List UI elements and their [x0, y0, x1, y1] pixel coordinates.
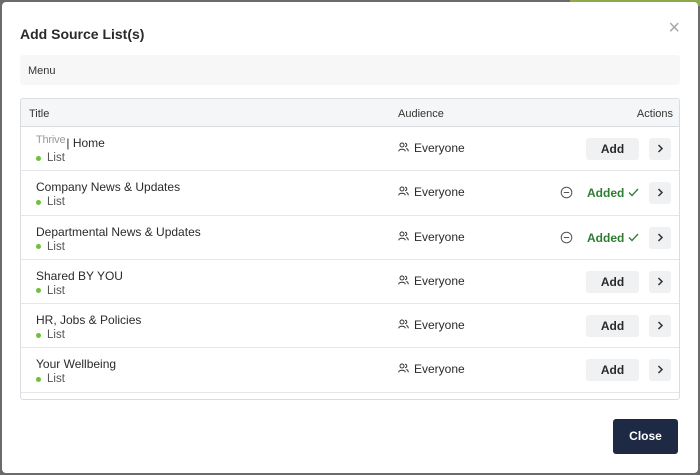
check-icon [624, 186, 639, 200]
menu-label: Menu [28, 65, 56, 77]
minus-circle-icon[interactable] [560, 231, 573, 244]
audience-label: Everyone [414, 185, 465, 200]
status-dot [36, 155, 41, 161]
status-dot [36, 288, 41, 294]
source-list-table: Title Audience Actions Thrive | Home List E… [20, 98, 680, 400]
chevron-right-icon [657, 140, 664, 158]
row-title-text: Departmental News & Updates [36, 224, 201, 239]
row-title: Your Wellbeing [36, 357, 116, 371]
audience-label: Everyone [414, 141, 465, 155]
table-row: Your Wellbeing List Everyone Add [21, 348, 679, 393]
row-type: List [36, 373, 65, 385]
added-label: Added [587, 230, 625, 245]
add-button[interactable]: Add [586, 359, 639, 382]
add-button[interactable]: Add [586, 138, 639, 160]
audience-cell: Everyone [398, 185, 465, 199]
row-type-label: List [47, 329, 65, 342]
row-type-label: List [47, 152, 65, 164]
table-row: Departmental News & Updates List Everyone A… [21, 216, 679, 260]
chevron-right-icon [657, 273, 664, 291]
row-type-label: List [47, 284, 65, 297]
people-icon [398, 274, 414, 288]
row-title-text: | Home [66, 136, 105, 150]
row-type: List [36, 241, 65, 253]
audience-cell: Everyone [398, 141, 465, 155]
row-title-text: Your Wellbeing [36, 357, 117, 372]
minus-circle-icon[interactable] [560, 186, 573, 199]
audience-label: Everyone [414, 362, 465, 377]
table-row: Thrive | Home List Everyone Add [21, 127, 679, 172]
close-icon[interactable]: × [668, 18, 680, 38]
audience-label: Everyone [414, 229, 465, 244]
expand-button[interactable] [649, 359, 671, 382]
row-title: HR, Jobs & Policies [36, 313, 141, 327]
dialog-title: Add Source List(s) [20, 26, 145, 42]
expand-button[interactable] [649, 138, 671, 160]
row-type-label: List [47, 240, 65, 253]
audience-cell: Everyone [398, 318, 465, 332]
row-type: List [36, 196, 65, 208]
status-dot [36, 199, 41, 205]
status-dot [36, 332, 41, 338]
chevron-right-icon [657, 317, 664, 335]
audience-cell: Everyone [398, 362, 465, 376]
audience-label: Everyone [414, 318, 465, 333]
added-status: Added [587, 186, 639, 200]
chevron-right-icon [657, 361, 664, 379]
row-title: Company News & Updates [36, 180, 180, 194]
audience-label: Everyone [414, 273, 465, 288]
people-icon [398, 318, 414, 332]
expand-button[interactable] [649, 226, 671, 249]
table-body: Thrive | Home List Everyone Add Company News … [21, 127, 679, 393]
chevron-right-icon [657, 184, 664, 202]
row-title: Thrive | Home [36, 134, 105, 150]
row-type: List [36, 152, 65, 164]
table-row: Company News & Updates List Everyone Added [21, 171, 679, 216]
close-button[interactable]: Close [613, 419, 678, 454]
table-header: Title Audience Actions [21, 99, 679, 127]
row-title: Departmental News & Updates [36, 225, 201, 239]
header-audience: Audience [398, 108, 444, 120]
audience-cell: Everyone [398, 274, 465, 288]
expand-button[interactable] [649, 315, 671, 338]
menu-bar[interactable]: Menu [20, 55, 680, 85]
row-title: Shared BY YOU [36, 269, 123, 283]
header-title: Title [29, 108, 50, 120]
brand-logo: Thrive [36, 134, 66, 146]
added-status: Added [587, 231, 639, 245]
expand-button[interactable] [649, 182, 671, 205]
people-icon [398, 230, 414, 244]
add-source-list-dialog: Add Source List(s) × Menu Title Audience… [2, 2, 698, 473]
status-dot [36, 244, 41, 250]
row-title-text: HR, Jobs & Policies [36, 313, 142, 328]
audience-cell: Everyone [398, 230, 465, 244]
add-button[interactable]: Add [586, 270, 639, 293]
row-title-text: Company News & Updates [36, 180, 181, 195]
table-row: Shared BY YOU List Everyone Add [21, 260, 679, 305]
table-row: HR, Jobs & Policies List Everyone Add [21, 304, 679, 349]
header-actions: Actions [636, 108, 673, 120]
row-type: List [36, 285, 65, 297]
row-title-text: Shared BY YOU [36, 268, 123, 283]
row-type-label: List [47, 196, 65, 209]
chevron-right-icon [657, 229, 664, 247]
people-icon [398, 362, 414, 376]
status-dot [36, 376, 41, 382]
add-button[interactable]: Add [586, 315, 639, 338]
added-label: Added [587, 186, 625, 201]
row-type: List [36, 329, 65, 341]
check-icon [624, 231, 639, 245]
people-icon [398, 141, 414, 155]
row-type-label: List [47, 373, 65, 386]
people-icon [398, 185, 414, 199]
expand-button[interactable] [649, 270, 671, 293]
